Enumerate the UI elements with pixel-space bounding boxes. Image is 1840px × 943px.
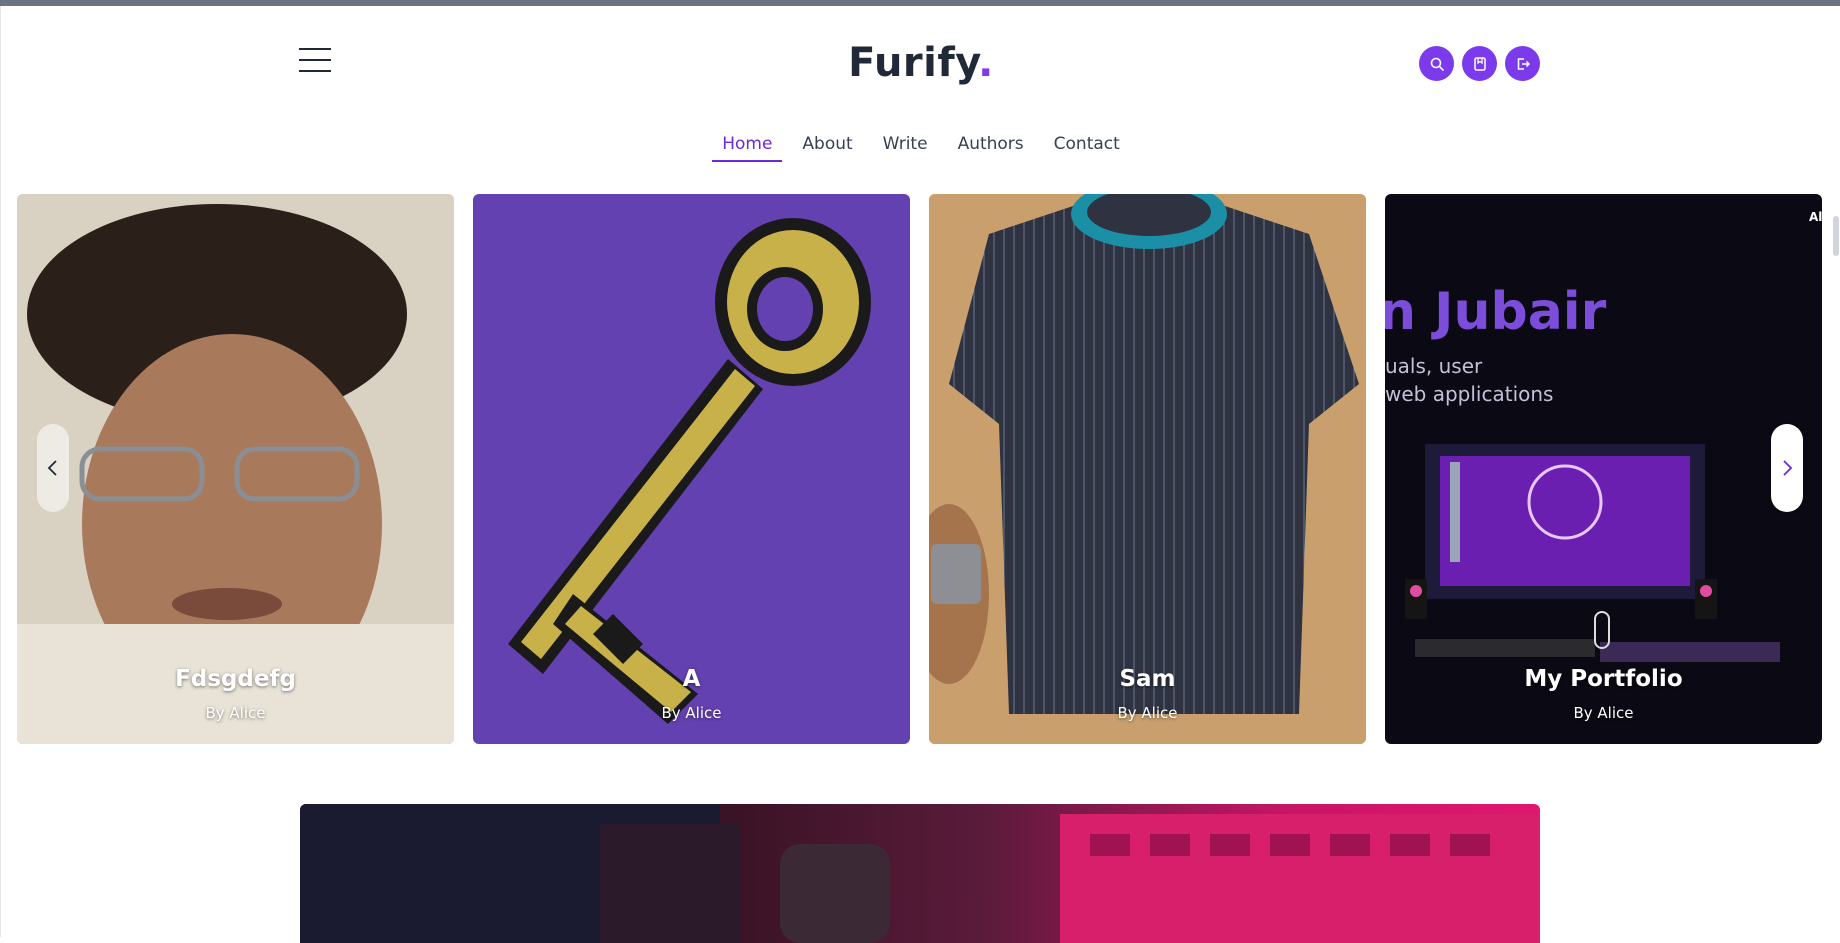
post-card[interactable]: Al n Jubair uals, user web applications … <box>1385 194 1822 744</box>
search-icon <box>1430 57 1444 71</box>
card-author: By Alice <box>1117 704 1178 722</box>
post-carousel: Fdsgdefg By Alice A By Alice Sam By Alic… <box>17 194 1823 744</box>
logo-text: Furify <box>848 40 979 86</box>
post-card[interactable]: Fdsgdefg By Alice <box>17 194 454 744</box>
key-illustration <box>508 218 871 724</box>
post-card[interactable]: A By Alice <box>473 194 910 744</box>
chevron-right-icon <box>1783 460 1793 476</box>
carousel-prev-button[interactable] <box>37 424 69 512</box>
logout-icon <box>1517 57 1530 70</box>
nav-write[interactable]: Write <box>873 130 938 162</box>
card-title: A <box>682 666 701 692</box>
bookmark-button[interactable] <box>1462 46 1497 81</box>
nav-home[interactable]: Home <box>712 130 783 162</box>
site-logo[interactable]: Furify. <box>1 40 1840 86</box>
chevron-left-icon <box>47 460 57 476</box>
nav-contact[interactable]: Contact <box>1044 130 1130 162</box>
portrait-image <box>17 194 454 744</box>
desk-setup-image <box>1405 444 1780 662</box>
main-nav: Home About Write Authors Contact <box>1 130 1840 162</box>
city-night-image <box>300 804 1540 943</box>
card-author: By Alice <box>205 704 266 722</box>
page: Furify. Home About Write Authors Contact <box>0 6 1840 943</box>
logo-dot: . <box>978 40 994 86</box>
carousel-next-button[interactable] <box>1771 424 1803 512</box>
tshirt-image <box>929 194 1366 744</box>
logout-button[interactable] <box>1505 46 1540 81</box>
bookmark-icon <box>1473 56 1486 71</box>
card-title: Sam <box>1119 666 1176 692</box>
header-actions <box>1419 46 1540 81</box>
nav-about[interactable]: About <box>792 130 862 162</box>
card-author: By Alice <box>1573 704 1634 722</box>
post-card[interactable]: Sam By Alice <box>929 194 1366 744</box>
card-title: Fdsgdefg <box>175 666 296 692</box>
page-scrollbar[interactable] <box>1833 216 1839 256</box>
card-author: By Alice <box>661 704 722 722</box>
search-button[interactable] <box>1419 46 1454 81</box>
nav-authors[interactable]: Authors <box>948 130 1034 162</box>
card-title: My Portfolio <box>1524 666 1683 692</box>
featured-hero-image[interactable] <box>300 804 1540 943</box>
